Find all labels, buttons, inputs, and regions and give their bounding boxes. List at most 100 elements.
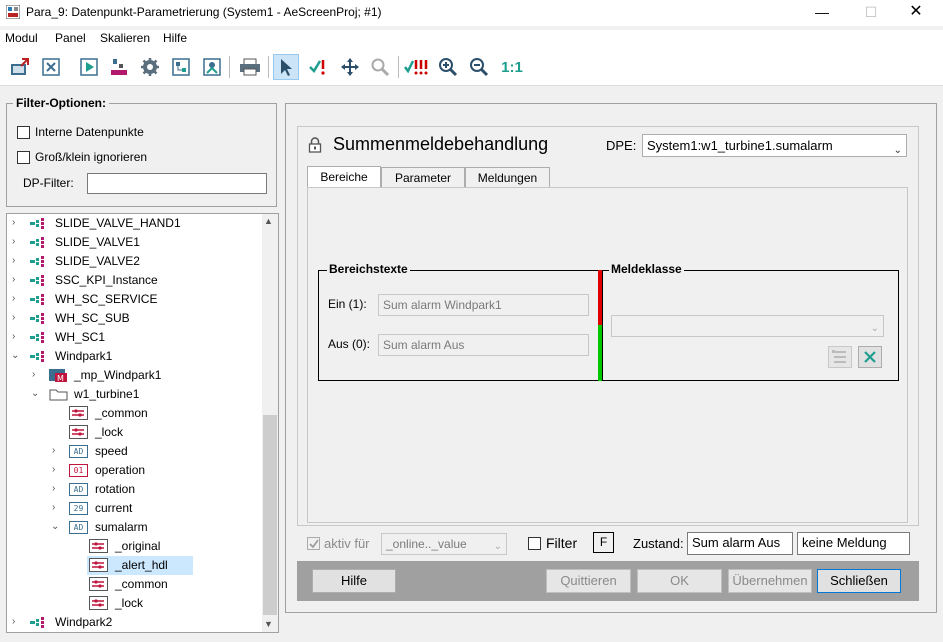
tree-item[interactable]: › WH_SC_SUB xyxy=(7,309,262,328)
tree-item[interactable]: _lock xyxy=(7,423,262,442)
check-alerts-icon[interactable] xyxy=(403,54,429,80)
tree-item[interactable]: › 01 operation xyxy=(7,461,262,480)
close-panel-icon[interactable] xyxy=(38,54,64,80)
chevron-right-icon[interactable]: › xyxy=(12,313,20,323)
tree-item[interactable]: › AD rotation xyxy=(7,480,262,499)
tree-item[interactable]: › SSC_KPI_Instance xyxy=(7,271,262,290)
ein-text-field[interactable]: Sum alarm Windpark1 xyxy=(378,294,589,316)
dp-type-icon xyxy=(30,218,44,229)
tab-meldungen[interactable]: Meldungen xyxy=(465,167,550,188)
chevron-down-icon[interactable]: ⌄ xyxy=(31,389,39,399)
aus-text-field[interactable]: Sum alarm Aus xyxy=(378,334,589,356)
tree-item[interactable]: _common xyxy=(7,404,262,423)
dp-filter-label: DP-Filter: xyxy=(23,176,74,190)
menu-hilfe[interactable]: Hilfe xyxy=(163,31,187,45)
tree-item-label: w1_turbine1 xyxy=(74,387,140,401)
filter-checkbox[interactable] xyxy=(528,537,541,550)
tree-item[interactable]: ⌄ AD sumalarm xyxy=(7,518,262,537)
tree-item-label: _lock xyxy=(95,425,124,439)
ok-button[interactable]: OK xyxy=(637,569,722,593)
chevron-right-icon[interactable]: › xyxy=(12,294,20,304)
tree-item[interactable]: › SLIDE_VALVE_HAND1 xyxy=(7,214,262,233)
chevron-right-icon[interactable]: › xyxy=(52,446,60,456)
close-window-button[interactable]: ✕ xyxy=(893,0,939,26)
window-title: Para_9: Datenpunkt-Parametrierung (Syste… xyxy=(26,5,382,19)
config-icon xyxy=(69,425,88,439)
zoom-out-icon[interactable] xyxy=(466,54,492,80)
gear-icon[interactable] xyxy=(137,54,163,80)
tree-scrollbar-thumb[interactable] xyxy=(263,415,277,615)
chevron-right-icon[interactable]: › xyxy=(12,275,20,285)
tree-item[interactable]: › AD speed xyxy=(7,442,262,461)
tree-item[interactable]: › SLIDE_VALVE2 xyxy=(7,252,262,271)
check-alert-icon[interactable] xyxy=(305,54,331,80)
chevron-right-icon[interactable]: › xyxy=(12,256,20,266)
tree-item[interactable]: › WH_SC_SERVICE xyxy=(7,290,262,309)
tree-item-label: sumalarm xyxy=(95,520,148,534)
tree-item[interactable]: _original xyxy=(7,537,262,556)
ignore-case-checkbox[interactable] xyxy=(17,151,30,164)
menu-skalieren[interactable]: Skalieren xyxy=(100,31,150,45)
uebernehmen-button[interactable]: Übernehmen xyxy=(728,569,812,593)
chevron-right-icon[interactable]: › xyxy=(12,332,20,342)
chevron-down-icon[interactable]: ⌄ xyxy=(51,522,59,532)
menu-panel[interactable]: Panel xyxy=(55,31,86,45)
pointer-icon[interactable] xyxy=(273,54,299,80)
play-icon[interactable] xyxy=(76,54,102,80)
meldung-field: keine Meldung xyxy=(797,532,910,555)
chevron-right-icon[interactable]: › xyxy=(52,503,60,513)
tree-item[interactable]: ⌄ Windpark1 xyxy=(7,347,262,366)
tree-item[interactable]: › WH_SC1 xyxy=(7,328,262,347)
chevron-down-icon: ⌄ xyxy=(870,323,879,334)
element-type-badge: AD xyxy=(69,445,88,458)
dpe-select[interactable]: System1:w1_turbine1.sumalarm ⌄ xyxy=(642,134,907,157)
tree-item[interactable]: › 29 current xyxy=(7,499,262,518)
structure-icon[interactable] xyxy=(168,54,194,80)
tree-item-label: _common xyxy=(115,577,168,591)
search-icon[interactable] xyxy=(367,54,393,80)
tree-item[interactable]: _lock xyxy=(7,594,262,613)
scroll-up-icon[interactable]: ▲ xyxy=(264,216,273,226)
chevron-right-icon[interactable]: › xyxy=(12,218,20,228)
internal-datapoints-checkbox[interactable] xyxy=(17,126,30,139)
config-icon xyxy=(89,577,108,591)
structure-alt-icon[interactable] xyxy=(199,54,225,80)
tab-bereiche[interactable]: Bereiche xyxy=(307,166,381,188)
filter-f-button[interactable]: F xyxy=(593,532,614,553)
chevron-right-icon[interactable]: › xyxy=(12,617,20,627)
chevron-right-icon[interactable]: › xyxy=(52,465,60,475)
schliessen-button[interactable]: Schließen xyxy=(817,569,901,593)
datapoint-icon[interactable] xyxy=(106,54,132,80)
meldeklasse-select[interactable]: ⌄ xyxy=(611,315,884,337)
maximize-button[interactable]: ☐ xyxy=(848,0,894,26)
quittieren-button[interactable]: Quittieren xyxy=(546,569,631,593)
tree-item[interactable]: › SLIDE_VALVE1 xyxy=(7,233,262,252)
scroll-down-icon[interactable]: ▼ xyxy=(264,619,273,629)
alert-class-list-button[interactable] xyxy=(828,346,852,368)
chevron-right-icon[interactable]: › xyxy=(12,237,20,247)
chevron-down-icon[interactable]: ⌄ xyxy=(11,351,19,361)
zoom-reset-button[interactable]: 1:1 xyxy=(497,54,527,80)
zoom-in-icon[interactable] xyxy=(435,54,461,80)
clear-alert-class-button[interactable] xyxy=(858,346,882,368)
tab-parameter[interactable]: Parameter xyxy=(381,167,465,188)
tree-item[interactable]: _common xyxy=(7,575,262,594)
dp-filter-input[interactable] xyxy=(87,173,267,194)
print-icon[interactable] xyxy=(237,54,263,80)
move-icon[interactable] xyxy=(337,54,363,80)
tree-item-selected[interactable]: _alert_hdl xyxy=(87,556,193,575)
tree-item[interactable]: › M _mp_Windpark1 xyxy=(7,366,262,385)
datapoint-tree[interactable]: › SLIDE_VALVE_HAND1 › SLIDE_VALVE1 › SLI… xyxy=(6,213,279,633)
minimize-button[interactable]: — xyxy=(799,0,845,26)
export-icon[interactable] xyxy=(8,54,34,80)
hilfe-button[interactable]: Hilfe xyxy=(312,569,396,593)
aktiv-fuer-select[interactable]: _online.._value ⌄ xyxy=(381,533,507,555)
tree-item[interactable]: ⌄ w1_turbine1 xyxy=(7,385,262,404)
aktiv-fuer-checkbox[interactable] xyxy=(307,537,320,550)
zustand-field: Sum alarm Aus xyxy=(687,532,793,555)
tree-item-label: current xyxy=(95,501,133,515)
chevron-right-icon[interactable]: › xyxy=(32,370,40,380)
menu-modul[interactable]: Modul xyxy=(5,31,38,45)
chevron-right-icon[interactable]: › xyxy=(52,484,60,494)
tree-item[interactable]: › Windpark2 xyxy=(7,613,262,632)
